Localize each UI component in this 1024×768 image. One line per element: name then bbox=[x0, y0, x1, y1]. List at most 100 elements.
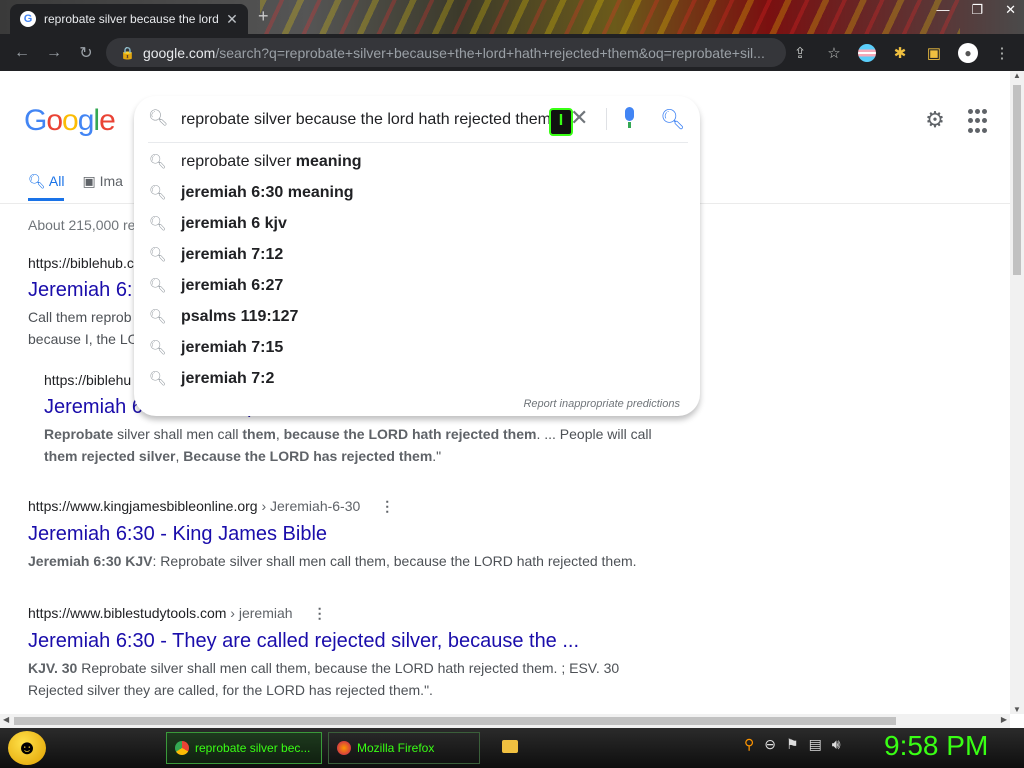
result-stats: About 215,000 re bbox=[28, 217, 136, 233]
suggestion-item[interactable]: 🔍︎ jeremiah 7:2 bbox=[134, 364, 700, 395]
suggestion-text: jeremiah 7:15 bbox=[181, 339, 284, 356]
browser-toolbar: ← → ↻ 🔒 google.com/search?q=reprobate+si… bbox=[0, 34, 1024, 71]
forward-arrow-icon[interactable]: → bbox=[38, 44, 70, 62]
search-icon: 🔍︎ bbox=[149, 246, 167, 262]
extension-flag-icon[interactable] bbox=[858, 43, 876, 62]
search-icon: 🔍︎ bbox=[149, 308, 167, 324]
result-title-link[interactable]: Jeremiah 6:30 - King James Bible bbox=[28, 521, 648, 547]
suggestion-item[interactable]: 🔍︎ psalms 119:127 bbox=[134, 302, 700, 333]
close-window-button[interactable]: ✕ bbox=[1005, 2, 1016, 18]
suggestion-text: reprobate silver meaning bbox=[181, 153, 362, 170]
suggestion-text: psalms 119:127 bbox=[181, 308, 299, 325]
settings-gear-icon[interactable]: ⚙ bbox=[922, 107, 948, 133]
folder-icon[interactable] bbox=[502, 740, 518, 753]
taskbar-clock[interactable]: 9:58 PM bbox=[884, 730, 988, 762]
toolbar-actions: ⇪ ☆ ✱ ▣ ● ⋮ bbox=[790, 34, 1012, 71]
window-controls: — ❐ ✕ bbox=[936, 2, 1016, 18]
suggestion-item[interactable]: 🔍︎ jeremiah 6:30 meaning bbox=[134, 178, 700, 209]
search-tray-icon[interactable]: ⚲ bbox=[744, 736, 754, 753]
search-icon: 🔍︎ bbox=[148, 110, 169, 127]
scroll-up-arrow-icon[interactable]: ▲ bbox=[1013, 71, 1021, 80]
suggestion-text: jeremiah 7:12 bbox=[181, 246, 284, 263]
voice-search-mic-icon[interactable] bbox=[622, 107, 638, 129]
search-input[interactable]: reprobate silver because the lord hath r… bbox=[181, 111, 551, 129]
volume-icon[interactable]: 🔊︎ bbox=[832, 736, 841, 753]
suggestion-text: jeremiah 6:27 bbox=[181, 277, 284, 294]
reload-icon[interactable]: ↻ bbox=[70, 43, 102, 63]
minimize-button[interactable]: — bbox=[936, 2, 949, 18]
suggestion-item[interactable]: 🔍︎ reprobate silver meaning bbox=[134, 147, 700, 178]
search-icon: 🔍︎ bbox=[149, 153, 167, 169]
result-snippet: KJV. 30 Reprobate silver shall men call … bbox=[28, 660, 620, 698]
image-icon: ▣ bbox=[82, 173, 100, 189]
apps-grid-icon[interactable] bbox=[968, 109, 994, 135]
search-icon: 🔍︎ bbox=[28, 173, 49, 189]
search-result-2: https://www.kingjamesbibleonline.org › J… bbox=[28, 498, 648, 572]
search-divider bbox=[606, 108, 607, 130]
google-logo[interactable]: Google bbox=[24, 104, 116, 138]
result-url[interactable]: https://www.kingjamesbibleonline.org › J… bbox=[28, 498, 648, 515]
theme-background bbox=[260, 0, 960, 34]
firefox-icon bbox=[337, 741, 351, 755]
suggestion-item[interactable]: 🔍︎ jeremiah 7:15 bbox=[134, 333, 700, 364]
logo-letter: o bbox=[62, 104, 79, 137]
search-tabs: 🔍︎ All ▣ Ima bbox=[28, 173, 123, 201]
tab-close-icon[interactable]: ✕ bbox=[222, 11, 242, 28]
tab-all[interactable]: 🔍︎ All bbox=[28, 173, 65, 201]
vertical-scrollbar[interactable]: ▲ ▼ bbox=[1010, 71, 1024, 714]
maximize-button[interactable]: ❐ bbox=[971, 2, 983, 18]
side-panel-icon[interactable]: ▣ bbox=[924, 44, 944, 62]
chrome-icon bbox=[175, 741, 189, 755]
new-tab-button[interactable]: + bbox=[258, 6, 269, 27]
more-options-icon[interactable]: ⋮ bbox=[380, 498, 394, 514]
browser-menu-icon[interactable]: ⋮ bbox=[992, 44, 1012, 62]
result-snippet: Jeremiah 6:30 KJV: Reprobate silver shal… bbox=[28, 553, 637, 569]
bookmark-star-icon[interactable]: ☆ bbox=[824, 44, 844, 62]
taskbar-chrome-window[interactable]: reprobate silver bec... bbox=[166, 732, 322, 764]
taskbar-firefox-window[interactable]: Mozilla Firefox bbox=[328, 732, 480, 764]
text-cursor-icon: I bbox=[549, 108, 573, 136]
network-icon[interactable]: ▤ bbox=[809, 736, 822, 753]
search-bar: 🔍︎ reprobate silver because the lord hat… bbox=[134, 96, 700, 142]
taskbar: ☻ reprobate silver bec... Mozilla Firefo… bbox=[0, 728, 1024, 768]
system-tray: ⚲ ⊖ ⚑ ▤ 🔊︎ bbox=[744, 736, 841, 753]
search-autocomplete: 🔍︎ reprobate silver because the lord hat… bbox=[134, 96, 700, 416]
share-icon[interactable]: ⇪ bbox=[790, 44, 810, 62]
back-arrow-icon[interactable]: ← bbox=[6, 44, 38, 62]
search-icon: 🔍︎ bbox=[149, 277, 167, 293]
suggestion-item[interactable]: 🔍︎ jeremiah 7:12 bbox=[134, 240, 700, 271]
suggestion-item[interactable]: 🔍︎ jeremiah 6:27 bbox=[134, 271, 700, 302]
start-button-smiley-icon[interactable]: ☻ bbox=[8, 731, 46, 765]
address-bar[interactable]: 🔒 google.com/search?q=reprobate+silver+b… bbox=[106, 38, 786, 67]
suggestion-text: jeremiah 7:2 bbox=[181, 370, 275, 387]
search-icon: 🔍︎ bbox=[149, 370, 167, 386]
extensions-puzzle-icon[interactable]: ✱ bbox=[890, 44, 910, 62]
logo-letter: G bbox=[24, 104, 47, 137]
google-favicon-icon: G bbox=[20, 11, 36, 27]
tab-images[interactable]: ▣ Ima bbox=[82, 173, 122, 201]
result-title-link[interactable]: Jeremiah 6:30 - They are called rejected… bbox=[28, 628, 648, 654]
report-predictions-link[interactable]: Report inappropriate predictions bbox=[523, 398, 680, 410]
scroll-thumb[interactable] bbox=[1013, 85, 1021, 275]
browser-tab[interactable]: G reprobate silver because the lord ✕ bbox=[10, 4, 248, 34]
scroll-left-arrow-icon[interactable]: ◀ bbox=[3, 715, 9, 724]
result-snippet: Reprobate silver shall men call them, be… bbox=[44, 426, 652, 464]
horizontal-scrollbar[interactable]: ◀ ▶ bbox=[0, 714, 1010, 728]
logo-letter: e bbox=[99, 104, 116, 137]
tab-strip: G reprobate silver because the lord ✕ + … bbox=[0, 0, 1024, 34]
status-icon[interactable]: ⊖ bbox=[764, 736, 776, 753]
suggestion-item[interactable]: 🔍︎ jeremiah 6 kjv bbox=[134, 209, 700, 240]
scroll-thumb[interactable] bbox=[14, 717, 896, 725]
more-options-icon[interactable]: ⋮ bbox=[313, 605, 327, 621]
search-submit-icon[interactable]: 🔍︎ bbox=[660, 107, 685, 132]
scroll-down-arrow-icon[interactable]: ▼ bbox=[1013, 705, 1021, 714]
logo-letter: o bbox=[46, 104, 63, 137]
flag-tray-icon[interactable]: ⚑ bbox=[786, 736, 799, 753]
dropdown-divider bbox=[148, 142, 688, 143]
result-url[interactable]: https://www.biblestudytools.com › jeremi… bbox=[28, 605, 648, 622]
logo-letter: g bbox=[77, 104, 95, 137]
profile-avatar-icon[interactable]: ● bbox=[958, 42, 978, 63]
suggestion-text: jeremiah 6:30 meaning bbox=[181, 184, 354, 201]
scroll-right-arrow-icon[interactable]: ▶ bbox=[1001, 715, 1007, 724]
suggestion-text: jeremiah 6 kjv bbox=[181, 215, 287, 232]
